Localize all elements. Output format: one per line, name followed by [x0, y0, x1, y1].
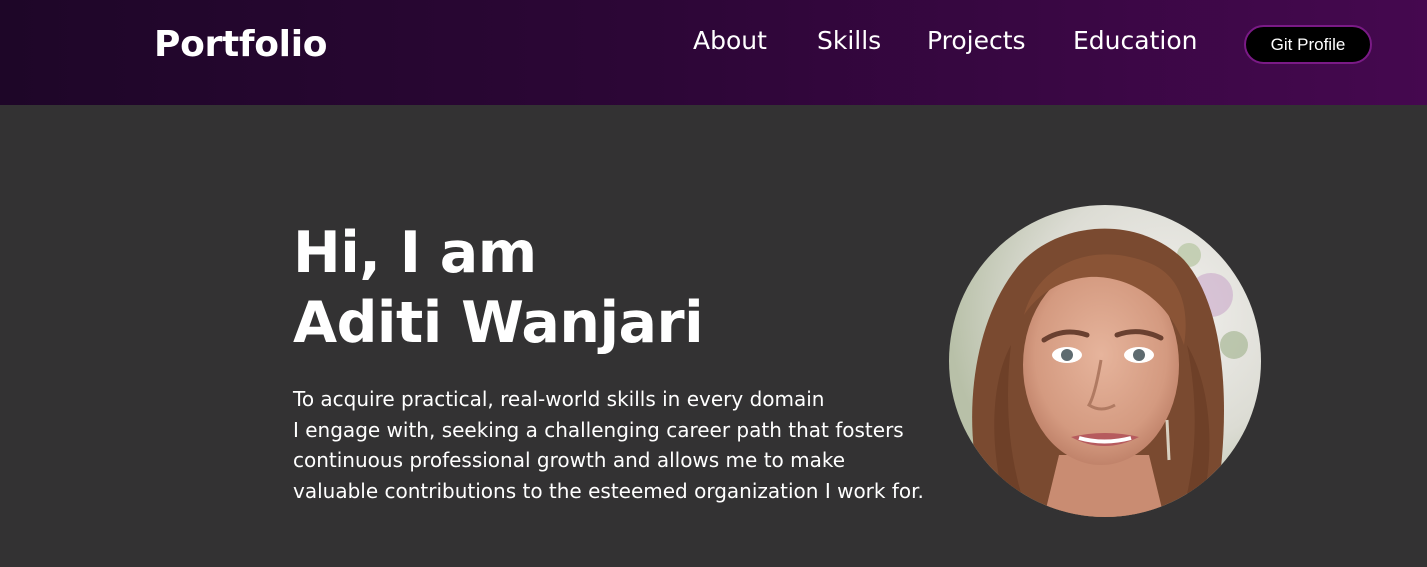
profile-photo	[949, 205, 1261, 517]
hero-description-line: valuable contributions to the esteemed o…	[293, 478, 924, 503]
hero-description-line: I engage with, seeking a challenging car…	[293, 417, 904, 442]
nav-link-skills[interactable]: Skills	[817, 26, 881, 55]
hero-description-line: continuous professional growth and allow…	[293, 448, 846, 472]
profile-photo-illustration	[949, 205, 1261, 517]
hero-greeting: Hi, I am	[293, 220, 537, 286]
logo[interactable]: Portfolio	[154, 24, 327, 65]
git-profile-button[interactable]: Git Profile	[1244, 25, 1372, 64]
hero-description: To acquire practical, real-world skills …	[293, 384, 933, 506]
hero-name: Aditi Wanjari	[293, 290, 704, 356]
nav-link-projects[interactable]: Projects	[927, 26, 1026, 55]
hero-heading: Hi, I am Aditi Wanjari	[293, 218, 704, 358]
hero-description-line: To acquire practical, real-world skills …	[293, 387, 825, 411]
nav-link-education[interactable]: Education	[1073, 26, 1197, 55]
nav-link-about[interactable]: About	[693, 26, 767, 55]
navbar: Portfolio About Skills Projects Educatio…	[0, 0, 1427, 105]
